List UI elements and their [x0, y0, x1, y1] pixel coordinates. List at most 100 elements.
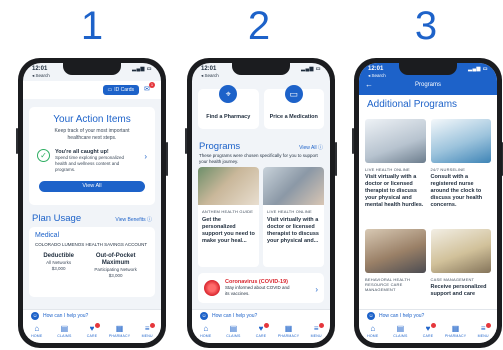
action-items-title: Your Action Items: [53, 114, 131, 125]
pharmacy-icon: ▦: [451, 324, 460, 333]
menu-icon: ≡: [144, 324, 150, 333]
tab-claims[interactable]: ▤ CLAIMS: [53, 324, 75, 338]
chevron-right-icon: ›: [315, 285, 318, 294]
status-time: 12:01: [368, 66, 384, 72]
id-cards-button[interactable]: ▭ ID Cards: [102, 85, 139, 95]
tab-home[interactable]: ⌂ HOME: [195, 324, 217, 338]
care-icon: ♥: [258, 324, 264, 333]
claims-icon: ▤: [396, 324, 405, 333]
back-to-search-link[interactable]: ◂ Search: [368, 73, 386, 79]
deductible-value: $3,000: [51, 266, 66, 271]
tab-label: MENU: [141, 334, 153, 338]
price-medication-label: Price a Medication: [269, 114, 318, 120]
tab-care[interactable]: ♥ CARE: [81, 323, 103, 338]
status-time: 12:01: [201, 66, 217, 72]
find-pharmacy-tile[interactable]: ⌖ Find a Pharmacy: [198, 85, 259, 129]
program-type: LIVE HEALTH ONLINE: [267, 209, 312, 214]
tab-label: CARE: [86, 334, 98, 338]
signal-wifi-battery-icon: ▂▄▆ ▭: [468, 66, 488, 72]
program-cards: ANTHEM HEALTH GUIDE Get the personalized…: [198, 167, 324, 267]
covid-card[interactable]: Coronavirus (COVID-19) Stay informed abo…: [198, 273, 324, 303]
home-icon: ⌂: [203, 324, 209, 333]
price-medication-tile[interactable]: ▭ Price a Medication: [263, 85, 324, 129]
quick-tiles: ⌖ Find a Pharmacy ▭ Price a Medication: [198, 85, 324, 129]
care-icon: ♥: [89, 324, 95, 333]
programs-view-all-link[interactable]: View All ⓘ: [299, 144, 323, 151]
step-number-1: 1: [80, 4, 104, 48]
credit-card-icon: ▭: [284, 85, 303, 103]
programs-header: Programs View All ⓘ: [199, 141, 323, 152]
tab-care[interactable]: ♥ CARE: [250, 323, 272, 338]
view-benefits-link[interactable]: View Benefits ⓘ: [115, 216, 152, 223]
tab-badge: [150, 323, 156, 328]
find-pharmacy-label: Find a Pharmacy: [206, 114, 251, 120]
notifications-button[interactable]: ✉ 1: [144, 82, 155, 95]
home-icon: ⌂: [34, 324, 40, 333]
care-icon: ♥: [425, 324, 431, 333]
program-type: LIVE HEALTH ONLINE: [365, 167, 410, 172]
caught-up-row[interactable]: ✓ You're all caught up! Spend time explo…: [37, 149, 147, 173]
tab-label: PHARMACY: [277, 334, 300, 338]
program-card[interactable]: LIVE HEALTH ONLINE Visit virtually with …: [365, 119, 426, 223]
tab-home[interactable]: ⌂ HOME: [362, 324, 384, 338]
phone-2-screen: 12:01 ◂ Search ▂▄▆ ▭ ⌖ Find a Pharmacy ▭ …: [192, 63, 330, 343]
assistant-icon: ☺: [367, 311, 375, 320]
view-all-label: View All: [299, 145, 317, 151]
tab-bar: ⌂ HOME ▤ CLAIMS ♥ CARE ▦ PHARMACY ≡ MENU: [23, 321, 161, 343]
signal-wifi-battery-icon: ▂▄▆ ▭: [132, 66, 152, 72]
doctor-photo: [365, 119, 426, 163]
action-items-subtitle: Keep track of your most important health…: [54, 128, 130, 141]
oop-value: $3,000: [108, 273, 123, 278]
program-type: 24/7 NURSELINE: [430, 167, 466, 172]
tab-menu[interactable]: ≡ MENU: [305, 323, 327, 338]
plan-usage-title: Plan Usage: [32, 213, 82, 224]
program-type: BEHAVIORAL HEALTH RESOURCE CARE MANAGEME…: [365, 277, 411, 292]
tab-home[interactable]: ⌂ HOME: [26, 324, 48, 338]
covid-description: Stay informed about COVID and its vaccin…: [225, 285, 290, 296]
claims-icon: ▤: [60, 324, 69, 333]
tab-pharmacy[interactable]: ▦ PHARMACY: [109, 324, 131, 338]
back-to-search-link[interactable]: ◂ Search: [201, 73, 219, 79]
notification-badge: 1: [149, 82, 155, 88]
help-bar[interactable]: ☺ How can I help you?: [359, 309, 497, 321]
tab-bar: ⌂ HOME ▤ CLAIMS ♥ CARE ▦ PHARMACY ≡ MENU: [359, 321, 497, 343]
program-card[interactable]: ANTHEM HEALTH GUIDE Get the personalized…: [198, 167, 259, 267]
help-bar[interactable]: ☺ How can I help you?: [192, 309, 330, 321]
caught-up-description: Spend time exploring personalized health…: [55, 155, 125, 172]
tab-menu[interactable]: ≡ MENU: [472, 323, 494, 338]
deductible-column: Deductible All Networks $3,000: [43, 253, 74, 279]
programs-subtitle: These programs were chosen specifically …: [199, 153, 318, 164]
tab-care[interactable]: ♥ CARE: [417, 323, 439, 338]
program-description: Get the personalized support you need to…: [202, 217, 255, 244]
tab-pharmacy[interactable]: ▦ PHARMACY: [445, 324, 467, 338]
view-all-button[interactable]: View All: [39, 181, 145, 192]
tab-badge: [319, 323, 325, 328]
programs-grid: LIVE HEALTH ONLINE Visit virtually with …: [365, 119, 491, 333]
view-benefits-label: View Benefits: [115, 217, 146, 223]
health-guide-photo: [198, 167, 259, 205]
id-card-icon: ▭: [107, 87, 113, 93]
tab-claims[interactable]: ▤ CLAIMS: [389, 324, 411, 338]
tab-label: PHARMACY: [108, 334, 131, 338]
pharmacy-icon: ▦: [115, 324, 124, 333]
tab-label: CLAIMS: [393, 334, 408, 338]
program-type: CASE MANAGEMENT: [430, 277, 475, 282]
id-cards-label: ID Cards: [114, 87, 134, 93]
tab-pharmacy[interactable]: ▦ PHARMACY: [278, 324, 300, 338]
tab-label: HOME: [200, 334, 212, 338]
phone-1-screen: 12:01 ◂ Search ▂▄▆ ▭ ▭ ID Cards ✉ 1 Your Ac…: [23, 63, 161, 343]
tab-menu[interactable]: ≡ MENU: [136, 323, 158, 338]
tab-badge: [94, 323, 100, 328]
back-to-search-link[interactable]: ◂ Search: [32, 73, 50, 79]
assistant-icon: ☺: [200, 311, 208, 320]
program-card[interactable]: 24/7 NURSELINE Consult with a registered…: [430, 119, 491, 223]
action-items-card: Your Action Items Keep track of your mos…: [29, 107, 155, 205]
status-time: 12:01: [32, 66, 48, 72]
phone-2: 12:01 ◂ Search ▂▄▆ ▭ ⌖ Find a Pharmacy ▭ …: [185, 58, 337, 348]
help-bar[interactable]: ☺ How can I help you?: [23, 309, 161, 321]
program-card[interactable]: LIVE HEALTH ONLINE Visit virtually with …: [263, 167, 324, 267]
program-description: [365, 292, 426, 294]
tab-claims[interactable]: ▤ CLAIMS: [222, 324, 244, 338]
medical-account: COLORADO LUMENOS HEALTH SAVINGS ACCOUNT: [35, 242, 148, 247]
medical-card[interactable]: Medical COLORADO LUMENOS HEALTH SAVINGS …: [29, 227, 155, 297]
